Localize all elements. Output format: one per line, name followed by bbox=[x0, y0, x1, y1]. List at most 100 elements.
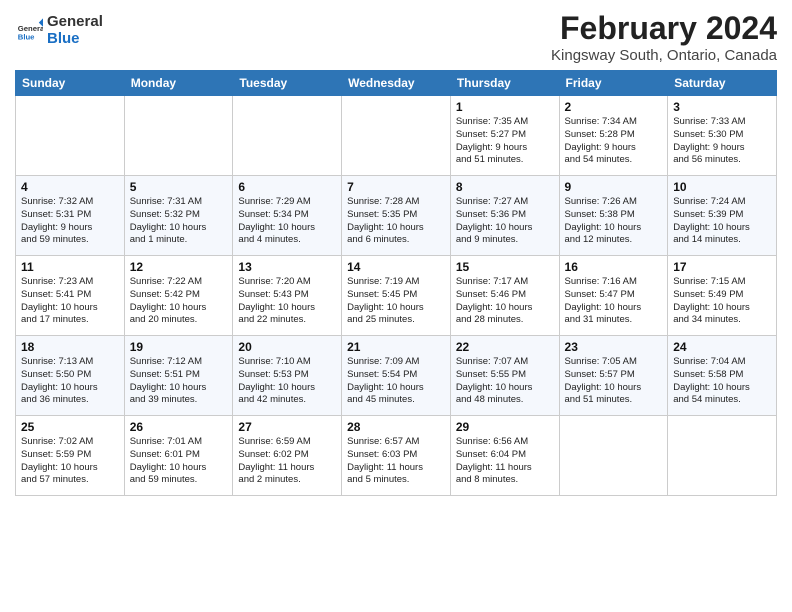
day-number: 15 bbox=[456, 260, 554, 274]
day-cell: 9 Sunrise: 7:26 AM Sunset: 5:38 PM Daylig… bbox=[559, 176, 668, 256]
day-cell: 7 Sunrise: 7:28 AM Sunset: 5:35 PM Daylig… bbox=[342, 176, 451, 256]
svg-text:Blue: Blue bbox=[18, 32, 35, 41]
day-info: Sunrise: 7:22 AM Sunset: 5:42 PM Dayligh… bbox=[130, 276, 228, 327]
day-number: 6 bbox=[238, 180, 336, 194]
day-number: 5 bbox=[130, 180, 228, 194]
day-cell bbox=[16, 96, 125, 176]
day-number: 28 bbox=[347, 420, 445, 434]
day-info: Sunrise: 7:27 AM Sunset: 5:36 PM Dayligh… bbox=[456, 196, 554, 247]
day-cell: 28Sunrise: 6:57 AM Sunset: 6:03 PM Dayli… bbox=[342, 416, 451, 496]
logo: General Blue General Blue bbox=[15, 14, 103, 47]
week-row-5: 25 Sunrise: 7:02 AM Sunset: 5:59 PM Dayli… bbox=[16, 416, 777, 496]
day-info: Sunrise: 7:35 AM Sunset: 5:27 PM Dayligh… bbox=[456, 116, 554, 167]
day-cell: 17Sunrise: 7:15 AM Sunset: 5:49 PM Dayli… bbox=[668, 256, 777, 336]
day-number: 14 bbox=[347, 260, 445, 274]
day-cell: 8 Sunrise: 7:27 AM Sunset: 5:36 PM Daylig… bbox=[450, 176, 559, 256]
day-number: 3 bbox=[673, 100, 771, 114]
day-number: 13 bbox=[238, 260, 336, 274]
day-cell: 25 Sunrise: 7:02 AM Sunset: 5:59 PM Dayli… bbox=[16, 416, 125, 496]
day-info: Sunrise: 7:10 AM Sunset: 5:53 PM Dayligh… bbox=[238, 356, 336, 407]
day-cell: 4 Sunrise: 7:32 AM Sunset: 5:31 PM Daylig… bbox=[16, 176, 125, 256]
day-info: Sunrise: 7:33 AM Sunset: 5:30 PM Dayligh… bbox=[673, 116, 771, 167]
day-cell: 1 Sunrise: 7:35 AM Sunset: 5:27 PM Daylig… bbox=[450, 96, 559, 176]
col-header-saturday: Saturday bbox=[668, 71, 777, 96]
day-number: 9 bbox=[565, 180, 663, 194]
day-number: 1 bbox=[456, 100, 554, 114]
day-cell: 10Sunrise: 7:24 AM Sunset: 5:39 PM Dayli… bbox=[668, 176, 777, 256]
day-cell: 11 Sunrise: 7:23 AM Sunset: 5:41 PM Dayli… bbox=[16, 256, 125, 336]
logo-general: General bbox=[47, 14, 103, 31]
col-header-friday: Friday bbox=[559, 71, 668, 96]
col-header-thursday: Thursday bbox=[450, 71, 559, 96]
day-info: Sunrise: 7:26 AM Sunset: 5:38 PM Dayligh… bbox=[565, 196, 663, 247]
day-info: Sunrise: 7:28 AM Sunset: 5:35 PM Dayligh… bbox=[347, 196, 445, 247]
day-number: 25 bbox=[21, 420, 119, 434]
day-cell: 5 Sunrise: 7:31 AM Sunset: 5:32 PM Daylig… bbox=[124, 176, 233, 256]
day-info: Sunrise: 7:05 AM Sunset: 5:57 PM Dayligh… bbox=[565, 356, 663, 407]
week-row-2: 4 Sunrise: 7:32 AM Sunset: 5:31 PM Daylig… bbox=[16, 176, 777, 256]
column-headers: SundayMondayTuesdayWednesdayThursdayFrid… bbox=[16, 71, 777, 96]
day-cell bbox=[559, 416, 668, 496]
day-number: 17 bbox=[673, 260, 771, 274]
day-number: 29 bbox=[456, 420, 554, 434]
day-cell: 22 Sunrise: 7:07 AM Sunset: 5:55 PM Dayli… bbox=[450, 336, 559, 416]
day-cell: 18 Sunrise: 7:13 AM Sunset: 5:50 PM Dayli… bbox=[16, 336, 125, 416]
location-subtitle: Kingsway South, Ontario, Canada bbox=[551, 47, 777, 64]
day-cell: 16Sunrise: 7:16 AM Sunset: 5:47 PM Dayli… bbox=[559, 256, 668, 336]
day-info: Sunrise: 7:04 AM Sunset: 5:58 PM Dayligh… bbox=[673, 356, 771, 407]
day-cell: 20Sunrise: 7:10 AM Sunset: 5:53 PM Dayli… bbox=[233, 336, 342, 416]
day-cell: 3 Sunrise: 7:33 AM Sunset: 5:30 PM Daylig… bbox=[668, 96, 777, 176]
day-number: 10 bbox=[673, 180, 771, 194]
week-row-1: 1 Sunrise: 7:35 AM Sunset: 5:27 PM Daylig… bbox=[16, 96, 777, 176]
day-info: Sunrise: 7:32 AM Sunset: 5:31 PM Dayligh… bbox=[21, 196, 119, 247]
day-cell: 21 Sunrise: 7:09 AM Sunset: 5:54 PM Dayli… bbox=[342, 336, 451, 416]
col-header-tuesday: Tuesday bbox=[233, 71, 342, 96]
day-info: Sunrise: 7:29 AM Sunset: 5:34 PM Dayligh… bbox=[238, 196, 336, 247]
day-cell: 12 Sunrise: 7:22 AM Sunset: 5:42 PM Dayli… bbox=[124, 256, 233, 336]
day-number: 19 bbox=[130, 340, 228, 354]
day-info: Sunrise: 7:31 AM Sunset: 5:32 PM Dayligh… bbox=[130, 196, 228, 247]
day-number: 11 bbox=[21, 260, 119, 274]
day-cell bbox=[233, 96, 342, 176]
day-info: Sunrise: 6:59 AM Sunset: 6:02 PM Dayligh… bbox=[238, 436, 336, 487]
day-number: 21 bbox=[347, 340, 445, 354]
day-number: 22 bbox=[456, 340, 554, 354]
day-number: 26 bbox=[130, 420, 228, 434]
month-title: February 2024 bbox=[551, 10, 777, 47]
day-number: 18 bbox=[21, 340, 119, 354]
day-cell bbox=[342, 96, 451, 176]
week-row-3: 11 Sunrise: 7:23 AM Sunset: 5:41 PM Dayli… bbox=[16, 256, 777, 336]
day-info: Sunrise: 7:20 AM Sunset: 5:43 PM Dayligh… bbox=[238, 276, 336, 327]
day-info: Sunrise: 7:13 AM Sunset: 5:50 PM Dayligh… bbox=[21, 356, 119, 407]
day-info: Sunrise: 7:17 AM Sunset: 5:46 PM Dayligh… bbox=[456, 276, 554, 327]
day-number: 23 bbox=[565, 340, 663, 354]
week-row-4: 18 Sunrise: 7:13 AM Sunset: 5:50 PM Dayli… bbox=[16, 336, 777, 416]
day-cell: 24Sunrise: 7:04 AM Sunset: 5:58 PM Dayli… bbox=[668, 336, 777, 416]
day-number: 16 bbox=[565, 260, 663, 274]
calendar-table: SundayMondayTuesdayWednesdayThursdayFrid… bbox=[15, 70, 777, 496]
day-info: Sunrise: 6:56 AM Sunset: 6:04 PM Dayligh… bbox=[456, 436, 554, 487]
day-cell: 26 Sunrise: 7:01 AM Sunset: 6:01 PM Dayli… bbox=[124, 416, 233, 496]
day-cell: 19Sunrise: 7:12 AM Sunset: 5:51 PM Dayli… bbox=[124, 336, 233, 416]
day-info: Sunrise: 7:09 AM Sunset: 5:54 PM Dayligh… bbox=[347, 356, 445, 407]
day-number: 4 bbox=[21, 180, 119, 194]
day-info: Sunrise: 7:34 AM Sunset: 5:28 PM Dayligh… bbox=[565, 116, 663, 167]
day-number: 7 bbox=[347, 180, 445, 194]
day-cell: 27 Sunrise: 6:59 AM Sunset: 6:02 PM Dayli… bbox=[233, 416, 342, 496]
day-number: 12 bbox=[130, 260, 228, 274]
col-header-monday: Monday bbox=[124, 71, 233, 96]
day-cell: 23 Sunrise: 7:05 AM Sunset: 5:57 PM Dayli… bbox=[559, 336, 668, 416]
logo-icon: General Blue bbox=[15, 17, 43, 45]
day-info: Sunrise: 7:23 AM Sunset: 5:41 PM Dayligh… bbox=[21, 276, 119, 327]
day-number: 27 bbox=[238, 420, 336, 434]
day-info: Sunrise: 7:19 AM Sunset: 5:45 PM Dayligh… bbox=[347, 276, 445, 327]
logo-blue: Blue bbox=[47, 31, 103, 48]
day-cell: 13 Sunrise: 7:20 AM Sunset: 5:43 PM Dayli… bbox=[233, 256, 342, 336]
day-info: Sunrise: 7:01 AM Sunset: 6:01 PM Dayligh… bbox=[130, 436, 228, 487]
day-cell: 6 Sunrise: 7:29 AM Sunset: 5:34 PM Daylig… bbox=[233, 176, 342, 256]
svg-text:General: General bbox=[18, 24, 43, 33]
day-number: 8 bbox=[456, 180, 554, 194]
day-info: Sunrise: 7:07 AM Sunset: 5:55 PM Dayligh… bbox=[456, 356, 554, 407]
day-info: Sunrise: 7:02 AM Sunset: 5:59 PM Dayligh… bbox=[21, 436, 119, 487]
col-header-sunday: Sunday bbox=[16, 71, 125, 96]
